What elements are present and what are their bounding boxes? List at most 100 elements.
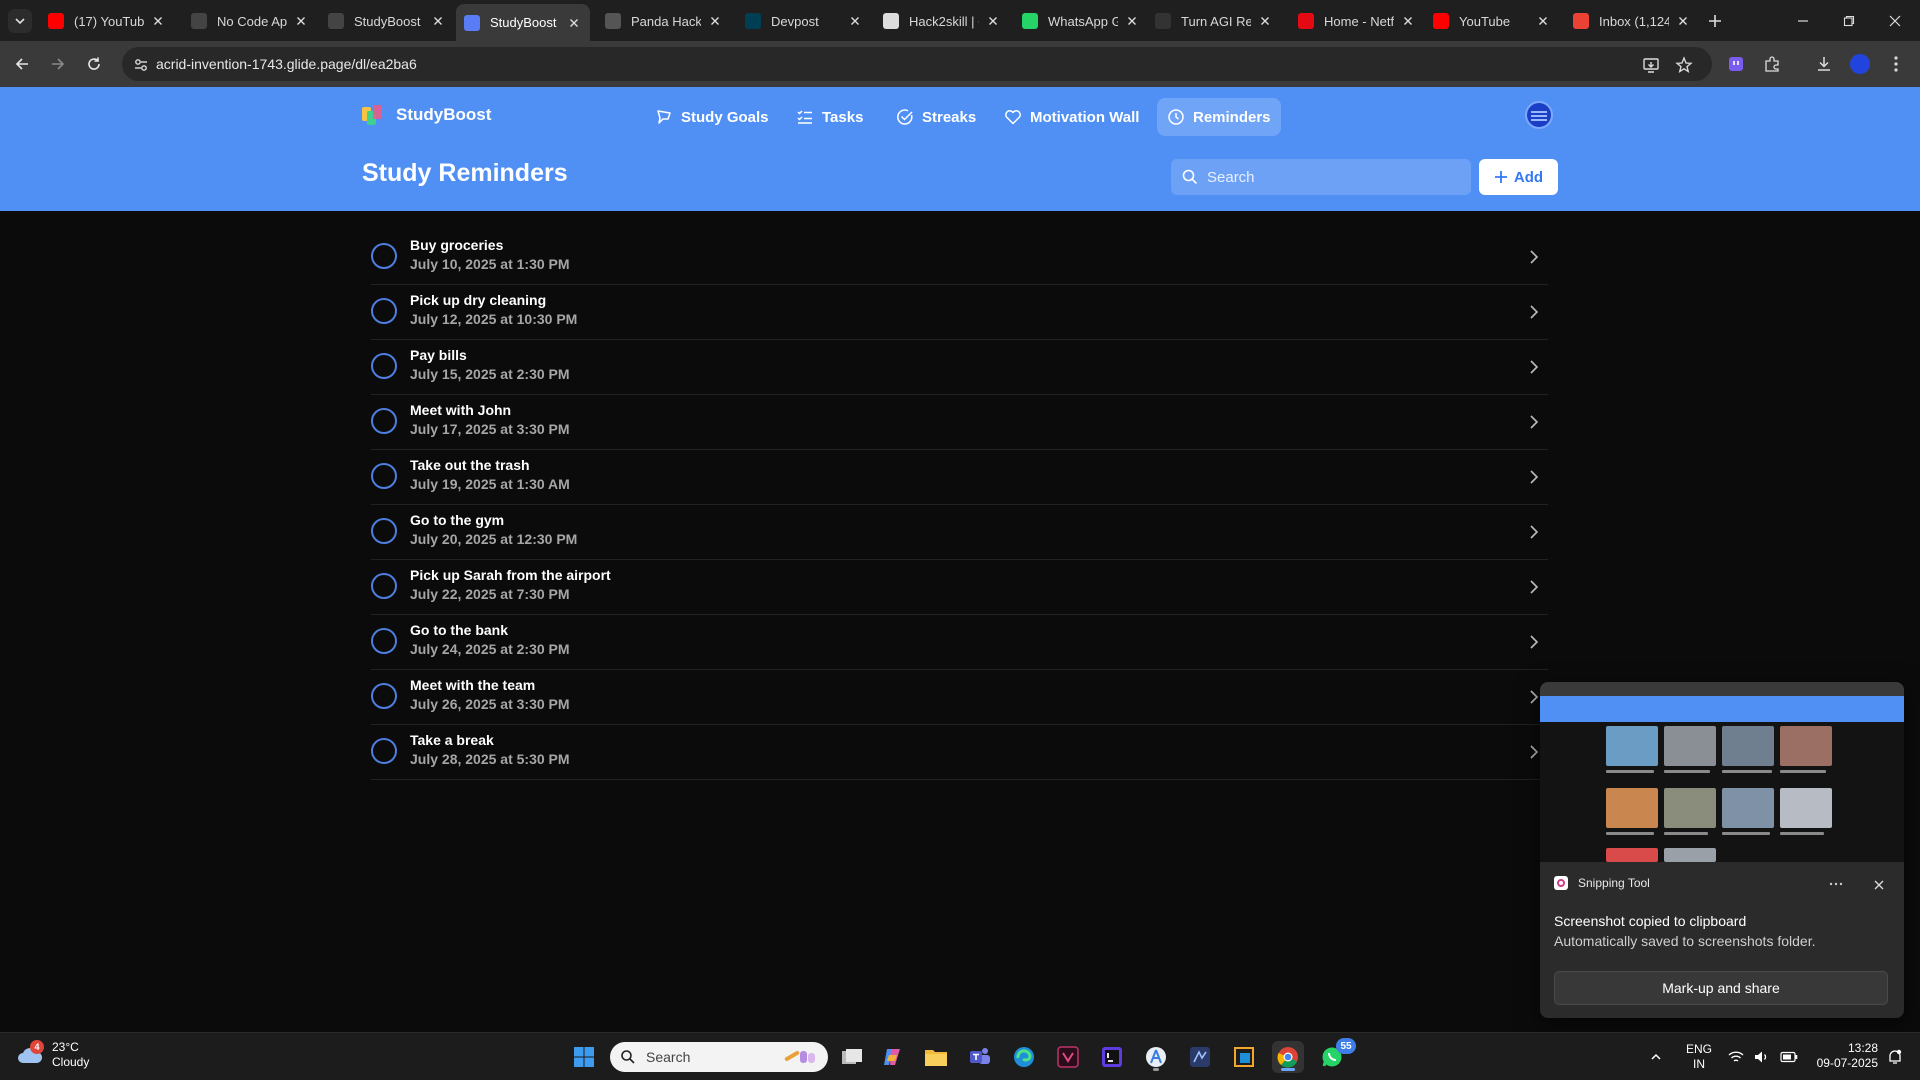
nav-streaks[interactable]: Streaks: [886, 98, 986, 136]
back-button[interactable]: [10, 52, 34, 76]
complete-checkbox[interactable]: [371, 628, 397, 654]
file-explorer-button[interactable]: [920, 1041, 952, 1073]
browser-tab[interactable]: Devpost: [737, 5, 871, 37]
reminder-row[interactable]: Meet with John July 17, 2025 at 3:30 PM: [371, 395, 1548, 450]
complete-checkbox[interactable]: [371, 298, 397, 324]
markup-and-share-button[interactable]: Mark-up and share: [1554, 971, 1888, 1005]
close-tab-icon[interactable]: [1124, 13, 1140, 29]
browser-tab[interactable]: YouTube: [1425, 5, 1559, 37]
chrome-button[interactable]: [1272, 1041, 1304, 1073]
extension-twitch-button[interactable]: [1724, 52, 1748, 76]
volume-button[interactable]: [1752, 1041, 1772, 1073]
extensions-button[interactable]: [1760, 52, 1784, 76]
complete-checkbox[interactable]: [371, 353, 397, 379]
close-tab-icon[interactable]: [293, 13, 309, 29]
search-box[interactable]: [1171, 159, 1471, 195]
reminder-row[interactable]: Pick up Sarah from the airport July 22, 2…: [371, 560, 1548, 615]
close-tab-icon[interactable]: [430, 13, 446, 29]
install-app-icon[interactable]: [1642, 56, 1660, 74]
clock[interactable]: 13:28 09-07-2025: [1806, 1041, 1878, 1071]
reminder-row[interactable]: Go to the gym July 20, 2025 at 12:30 PM: [371, 505, 1548, 560]
close-tab-icon[interactable]: [847, 13, 863, 29]
taskbar-search[interactable]: [610, 1042, 828, 1072]
start-button[interactable]: [568, 1041, 600, 1073]
nav-reminders[interactable]: Reminders: [1157, 98, 1281, 136]
site-info-icon[interactable]: [132, 56, 150, 74]
reload-button[interactable]: [82, 52, 106, 76]
complete-checkbox[interactable]: [371, 243, 397, 269]
bookmark-star-icon[interactable]: [1675, 56, 1693, 74]
android-studio-button[interactable]: [1140, 1041, 1172, 1073]
browser-tab[interactable]: StudyBoost -: [320, 5, 454, 37]
minimize-button[interactable]: [1780, 0, 1826, 41]
complete-checkbox[interactable]: [371, 738, 397, 764]
complete-checkbox[interactable]: [371, 683, 397, 709]
teams-button[interactable]: [964, 1041, 996, 1073]
new-tab-button[interactable]: [1703, 9, 1727, 33]
screenshot-thumbnail[interactable]: [1540, 682, 1904, 862]
reminder-row[interactable]: Meet with the team July 26, 2025 at 3:30 …: [371, 670, 1548, 725]
reminder-row[interactable]: Go to the bank July 24, 2025 at 2:30 PM: [371, 615, 1548, 670]
intellij-button[interactable]: [1096, 1041, 1128, 1073]
address-bar[interactable]: acrid-invention-1743.glide.page/dl/ea2ba…: [122, 47, 1712, 81]
studyboost-icon: [464, 14, 480, 31]
vscode-button[interactable]: [1184, 1041, 1216, 1073]
show-hidden-icons-button[interactable]: [1646, 1041, 1666, 1073]
close-tab-icon[interactable]: [1257, 13, 1273, 29]
complete-checkbox[interactable]: [371, 463, 397, 489]
add-button[interactable]: Add: [1479, 159, 1558, 195]
browser-tab[interactable]: (17) YouTube: [40, 5, 174, 37]
copilot-button[interactable]: [876, 1041, 908, 1073]
brand[interactable]: StudyBoost: [362, 105, 491, 125]
tab-title: StudyBoost -: [354, 13, 424, 29]
toast-close-button[interactable]: [1870, 876, 1888, 894]
profile-button[interactable]: [1848, 52, 1872, 76]
complete-checkbox[interactable]: [371, 518, 397, 544]
wifi-button[interactable]: [1726, 1041, 1746, 1073]
tab-search-button[interactable]: [8, 9, 32, 33]
close-tab-icon[interactable]: [1535, 13, 1551, 29]
browser-tab[interactable]: Inbox (1,124: [1565, 5, 1699, 37]
reminder-row[interactable]: Buy groceries July 10, 2025 at 1:30 PM: [371, 230, 1548, 285]
browser-tab[interactable]: Home - Netf: [1290, 5, 1424, 37]
browser-tab[interactable]: No Code App: [183, 5, 317, 37]
search-input[interactable]: [1205, 159, 1461, 195]
weather-widget[interactable]: 4 23°C Cloudy: [16, 1040, 89, 1070]
language-indicator[interactable]: ENG IN: [1686, 1042, 1712, 1072]
browser-menu-button[interactable]: [1886, 52, 1906, 76]
browser-tab[interactable]: WhatsApp G: [1014, 5, 1148, 37]
nav-study-goals[interactable]: Study Goals: [645, 98, 779, 136]
app-box-button[interactable]: [1228, 1041, 1260, 1073]
snipping-tool-notification[interactable]: Snipping Tool Screenshot copied to clipb…: [1540, 682, 1904, 1018]
toast-more-button[interactable]: [1826, 876, 1846, 892]
complete-checkbox[interactable]: [371, 408, 397, 434]
close-tab-icon[interactable]: [1675, 13, 1691, 29]
task-view-button[interactable]: [836, 1041, 868, 1073]
reminder-row[interactable]: Pick up dry cleaning July 12, 2025 at 10:…: [371, 285, 1548, 340]
taskbar-search-input[interactable]: [644, 1042, 764, 1072]
app-v-button[interactable]: [1052, 1041, 1084, 1073]
close-tab-icon[interactable]: [707, 13, 723, 29]
close-tab-icon[interactable]: [566, 15, 582, 31]
browser-tab[interactable]: Turn AGI Re: [1147, 5, 1281, 37]
edge-button[interactable]: [1008, 1041, 1040, 1073]
browser-tab[interactable]: Hack2skill | C: [875, 5, 1009, 37]
close-window-button[interactable]: [1872, 0, 1918, 41]
browser-tab[interactable]: Panda Hacks: [597, 5, 731, 37]
close-tab-icon[interactable]: [150, 13, 166, 29]
downloads-button[interactable]: [1812, 52, 1836, 76]
forward-button[interactable]: [46, 52, 70, 76]
reminder-row[interactable]: Pay bills July 15, 2025 at 2:30 PM: [371, 340, 1548, 395]
close-tab-icon[interactable]: [985, 13, 1001, 29]
complete-checkbox[interactable]: [371, 573, 397, 599]
user-avatar[interactable]: [1525, 101, 1553, 129]
restore-button[interactable]: [1826, 0, 1872, 41]
battery-button[interactable]: [1778, 1041, 1800, 1073]
nav-motivation-wall[interactable]: Motivation Wall: [994, 98, 1149, 136]
browser-tab[interactable]: StudyBoost: [456, 4, 590, 41]
reminder-row[interactable]: Take a break July 28, 2025 at 5:30 PM: [371, 725, 1548, 780]
notifications-button[interactable]: [1884, 1041, 1906, 1073]
nav-tasks[interactable]: Tasks: [786, 98, 873, 136]
close-tab-icon[interactable]: [1400, 13, 1416, 29]
reminder-row[interactable]: Take out the trash July 19, 2025 at 1:30 …: [371, 450, 1548, 505]
